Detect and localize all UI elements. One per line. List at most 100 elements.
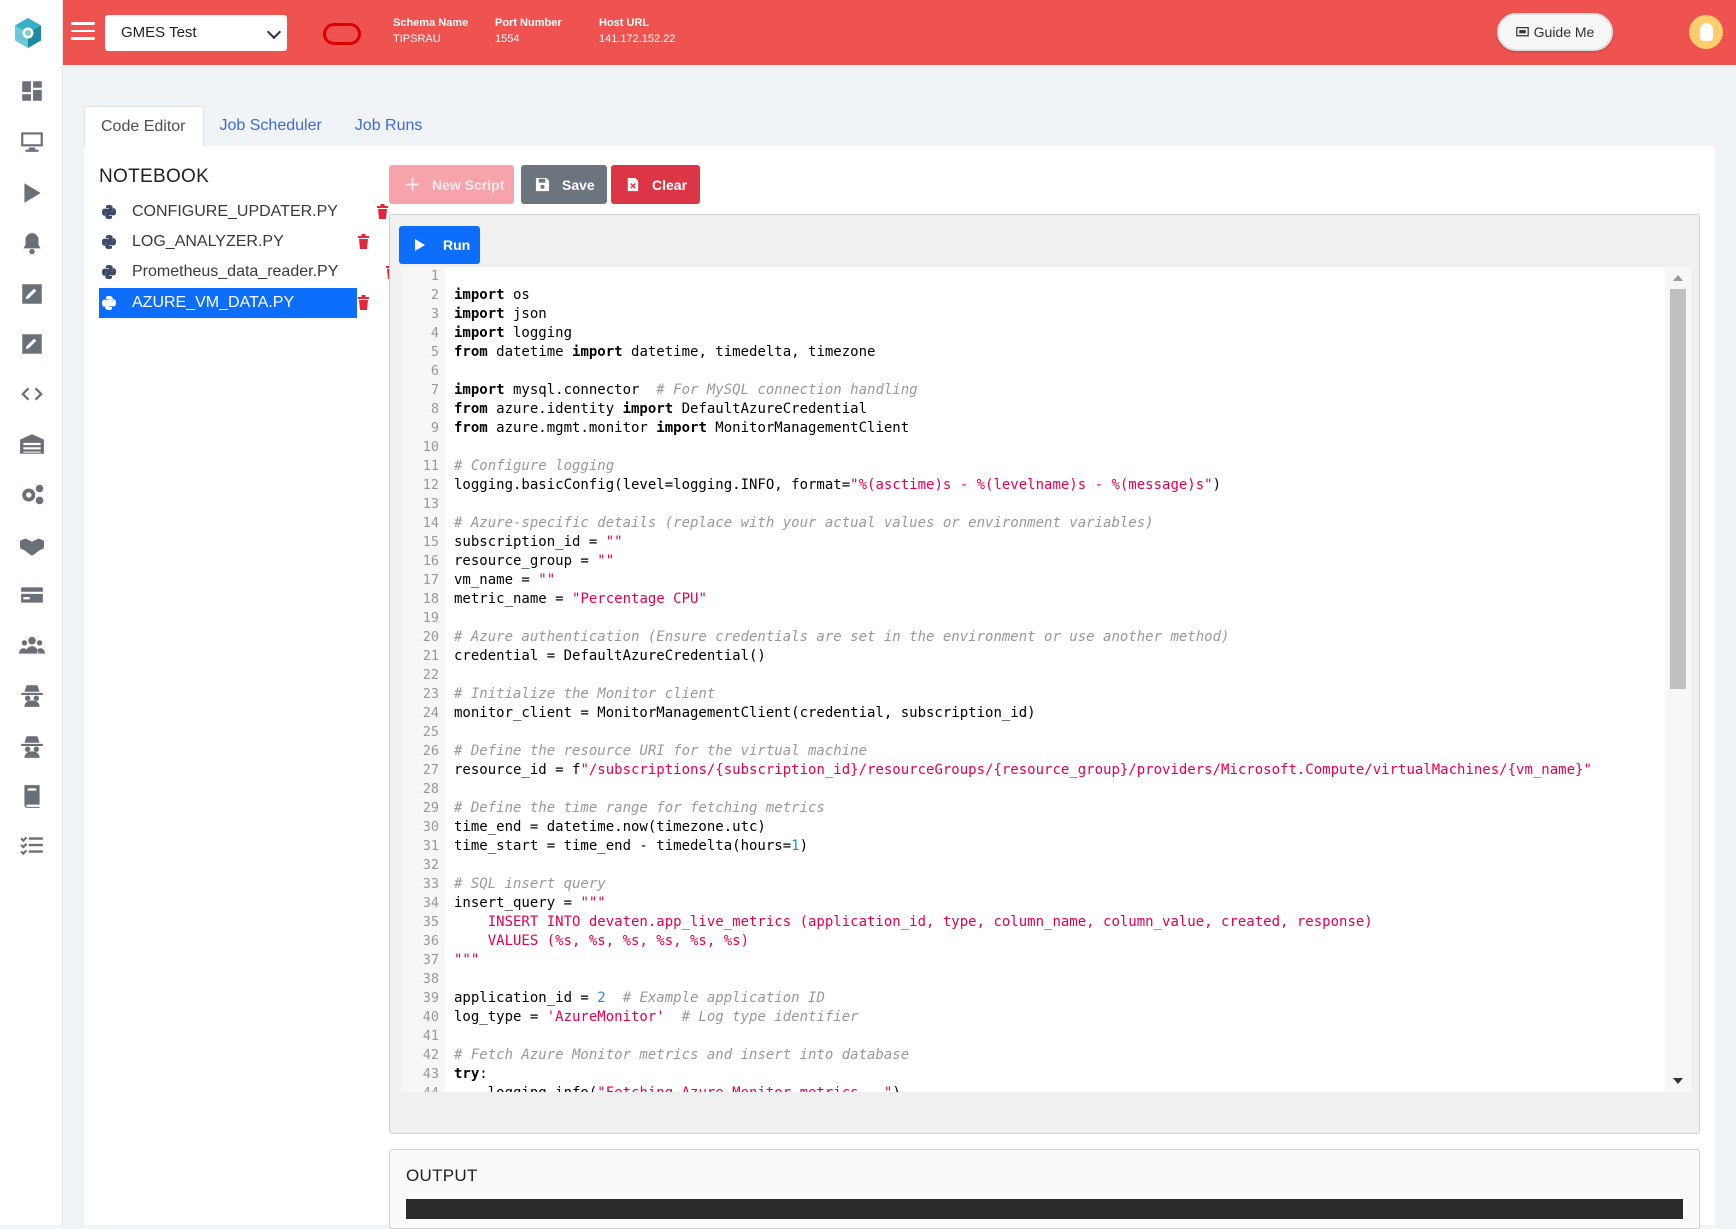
presentation-icon bbox=[1515, 26, 1529, 36]
top-bar: GMES Test Schema Name TIPSRAU Port Numbe… bbox=[63, 0, 1736, 65]
notebook-file-item[interactable]: LOG_ANALYZER.PY bbox=[99, 227, 369, 257]
code-text: # SQL insert query bbox=[454, 876, 606, 892]
run-label: Run bbox=[443, 237, 471, 253]
sidebar-spy-alt-icon[interactable] bbox=[14, 728, 50, 764]
tab-job-runs[interactable]: Job Runs bbox=[339, 106, 440, 146]
sidebar-task-list-icon[interactable] bbox=[14, 828, 50, 864]
line-number: 6 bbox=[430, 363, 439, 379]
sidebar-users-icon[interactable] bbox=[14, 627, 50, 663]
sidebar-bell-icon[interactable] bbox=[14, 226, 50, 262]
tab-code-editor[interactable]: Code Editor bbox=[84, 106, 204, 146]
line-number: 16 bbox=[422, 553, 439, 569]
python-file-icon bbox=[102, 296, 116, 310]
line-number: 10 bbox=[422, 439, 439, 455]
line-number: 1 bbox=[430, 268, 439, 284]
run-button[interactable]: Run bbox=[399, 226, 480, 264]
sidebar bbox=[0, 0, 63, 1225]
notebook-file-item[interactable]: Prometheus_data_reader.PY bbox=[99, 257, 397, 287]
warehouse-icon bbox=[20, 434, 44, 454]
code-text: logging.basicConfig(level=logging.INFO, … bbox=[454, 477, 1222, 493]
main-panel: NOTEBOOK CONFIGURE_UPDATER.PY LOG_ANALYZE… bbox=[84, 146, 1715, 1229]
port-number-info: Port Number 1554 bbox=[495, 17, 562, 45]
line-number: 39 bbox=[422, 990, 439, 1006]
clear-button[interactable]: Clear bbox=[611, 165, 700, 204]
database-select[interactable]: GMES Test bbox=[105, 15, 287, 51]
task-list-icon bbox=[20, 836, 43, 856]
code-text: credential = DefaultAzureCredential() bbox=[454, 648, 766, 664]
sidebar-monitor-icon[interactable] bbox=[14, 123, 50, 159]
edit-alt-icon bbox=[22, 334, 42, 354]
line-number: 29 bbox=[422, 800, 439, 816]
scroll-up-icon[interactable] bbox=[1673, 275, 1683, 281]
line-number: 12 bbox=[422, 477, 439, 493]
sidebar-dashboard-icon[interactable] bbox=[14, 73, 50, 109]
line-number: 28 bbox=[422, 781, 439, 797]
delete-file-icon[interactable] bbox=[358, 295, 369, 310]
delete-file-icon[interactable] bbox=[358, 234, 369, 249]
line-number: 7 bbox=[430, 382, 439, 398]
line-number: 4 bbox=[430, 325, 439, 341]
notebook-file-name: AZURE_VM_DATA.PY bbox=[132, 294, 295, 311]
sidebar-settings-icon[interactable] bbox=[14, 477, 50, 513]
oracle-logo-icon bbox=[323, 23, 361, 45]
line-number: 2 bbox=[430, 287, 439, 303]
delete-file-icon[interactable] bbox=[377, 204, 388, 219]
sidebar-code-icon[interactable] bbox=[14, 376, 50, 412]
line-number: 9 bbox=[430, 420, 439, 436]
code-text: import mysql.connector # For MySQL conne… bbox=[454, 382, 918, 398]
new-script-button[interactable]: New Script bbox=[389, 165, 514, 204]
code-text: log_type = 'AzureMonitor' # Log type ide… bbox=[454, 1009, 859, 1025]
notebook-file-item[interactable]: AZURE_VM_DATA.PY bbox=[99, 288, 369, 318]
users-icon bbox=[19, 636, 45, 654]
clear-icon bbox=[627, 177, 639, 192]
code-text: # Initialize the Monitor client bbox=[454, 686, 716, 702]
sidebar-book-icon[interactable] bbox=[14, 778, 50, 814]
code-text: logging.info("Fetching Azure Monitor met… bbox=[454, 1084, 901, 1092]
code-text: VALUES (%s, %s, %s, %s, %s, %s) bbox=[454, 933, 750, 949]
output-panel: OUTPUT bbox=[389, 1149, 1700, 1229]
port-number-value: 1554 bbox=[495, 33, 520, 45]
sidebar-play-icon[interactable] bbox=[14, 175, 50, 211]
sidebar-edit-icon[interactable] bbox=[14, 276, 50, 312]
sidebar-edit-alt-icon[interactable] bbox=[14, 326, 50, 362]
sidebar-handshake-icon[interactable] bbox=[14, 527, 50, 563]
tab-job-scheduler[interactable]: Job Scheduler bbox=[204, 106, 339, 146]
line-number: 21 bbox=[422, 648, 439, 664]
menu-toggle-icon[interactable] bbox=[71, 22, 95, 42]
code-editor-container: Run 1 2 import os 3 import json 4 import loggi… bbox=[389, 214, 1700, 1134]
play-icon bbox=[24, 183, 41, 203]
line-number: 34 bbox=[422, 895, 439, 911]
spy-alt-icon bbox=[21, 736, 43, 758]
lightbulb-icon[interactable] bbox=[1689, 15, 1723, 49]
line-number: 26 bbox=[422, 743, 439, 759]
bell-icon bbox=[23, 233, 41, 255]
code-text: """ bbox=[454, 952, 480, 968]
sidebar-card-icon[interactable] bbox=[14, 577, 50, 613]
output-title: OUTPUT bbox=[406, 1166, 478, 1185]
tab-bar: Code Editor Job Scheduler Job Runs bbox=[84, 106, 439, 146]
sidebar-spy-icon[interactable] bbox=[14, 677, 50, 713]
new-script-label: New Script bbox=[432, 176, 505, 193]
code-text: # Azure-specific details (replace with y… bbox=[454, 515, 1154, 531]
editor-scrollbar[interactable] bbox=[1665, 267, 1691, 1092]
line-number: 18 bbox=[422, 591, 439, 607]
save-button[interactable]: Save bbox=[521, 165, 607, 204]
code-text: # Configure logging bbox=[454, 458, 615, 474]
line-number: 35 bbox=[422, 914, 439, 930]
scroll-down-icon[interactable] bbox=[1673, 1078, 1683, 1084]
plus-icon bbox=[405, 177, 420, 192]
guide-me-button[interactable]: Guide Me bbox=[1497, 13, 1613, 51]
edit-icon bbox=[22, 284, 42, 304]
code-text: vm_name = "" bbox=[454, 572, 556, 588]
notebook-file-item[interactable]: CONFIGURE_UPDATER.PY bbox=[99, 197, 388, 227]
code-editor[interactable]: 1 2 import os 3 import json 4 import logging 5 f… bbox=[401, 267, 1691, 1092]
app-logo-icon[interactable] bbox=[8, 14, 48, 54]
sidebar-warehouse-icon[interactable] bbox=[14, 426, 50, 462]
scrollbar-thumb[interactable] bbox=[1670, 289, 1686, 689]
notebook-file-name: Prometheus_data_reader.PY bbox=[132, 263, 339, 280]
play-icon bbox=[415, 239, 425, 251]
line-number: 22 bbox=[422, 667, 439, 683]
card-icon bbox=[21, 587, 43, 603]
line-number: 17 bbox=[422, 572, 439, 588]
code-text: # Define the resource URI for the virtua… bbox=[454, 743, 868, 759]
